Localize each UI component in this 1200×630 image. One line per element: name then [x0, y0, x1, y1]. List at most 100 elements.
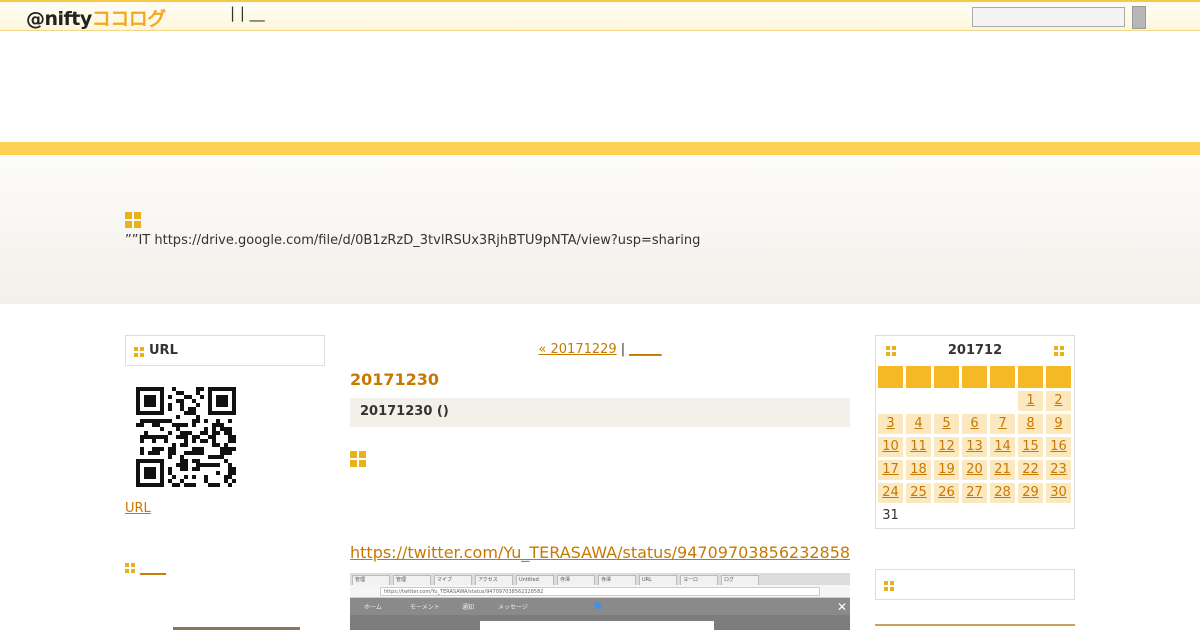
calendar-day[interactable]: 27	[962, 483, 987, 503]
calendar-day-link[interactable]: 30	[1050, 485, 1067, 500]
screenshot-tab: マイブ	[434, 575, 472, 585]
calendar-day-link[interactable]: 11	[910, 439, 927, 454]
calendar-day-link[interactable]: 26	[938, 485, 955, 500]
calendar-day[interactable]: 6	[962, 414, 987, 434]
calendar-day[interactable]: 5	[934, 414, 959, 434]
calendar-day[interactable]: 16	[1046, 437, 1071, 457]
screenshot-tab: 管理	[352, 575, 390, 585]
squares-icon	[1054, 346, 1064, 356]
search-input[interactable]	[972, 7, 1125, 27]
calendar-day-link[interactable]: 25	[910, 485, 927, 500]
calendar-day[interactable]: 24	[878, 483, 903, 503]
nifty-cocolog-logo[interactable]: @niftyココログ	[26, 4, 166, 31]
calendar-day[interactable]: 4	[906, 414, 931, 434]
calendar-day[interactable]: 1	[1018, 391, 1043, 411]
blog-description: ””IT https://drive.google.com/file/d/0B1…	[125, 233, 701, 248]
calendar-day-link[interactable]: 27	[966, 485, 983, 500]
calendar-widget: 201712 1 2 3 4 5 6 7 8 9 10 11 12 13 14 15 16 17 18 19 20 21…	[875, 335, 1075, 529]
sidebar-section-link[interactable]: ____	[140, 561, 166, 576]
search-button[interactable]	[1132, 6, 1146, 29]
calendar-day[interactable]: 12	[934, 437, 959, 457]
calendar-day-link[interactable]: 3	[886, 416, 894, 431]
calendar-day-link[interactable]: 10	[882, 439, 899, 454]
calendar-day-link[interactable]: 20	[966, 462, 983, 477]
calendar-day[interactable]: 7	[990, 414, 1015, 434]
calendar-day-link[interactable]: 15	[1022, 439, 1039, 454]
blog-header: ””IT https://drive.google.com/file/d/0B1…	[0, 155, 1200, 304]
weekday-cell	[878, 366, 903, 388]
calendar-day-link[interactable]: 28	[994, 485, 1011, 500]
calendar-day-link[interactable]: 17	[882, 462, 899, 477]
calendar-day-link[interactable]: 4	[914, 416, 922, 431]
screenshot-tab: 管理	[393, 575, 431, 585]
calendar-day[interactable]: 9	[1046, 414, 1071, 434]
calendar-day[interactable]: 18	[906, 460, 931, 480]
calendar-day-link[interactable]: 2	[1054, 393, 1062, 408]
top-nav[interactable]: | | __	[230, 4, 265, 22]
calendar-day[interactable]: 11	[906, 437, 931, 457]
calendar-day-link[interactable]: 7	[998, 416, 1006, 431]
calendar-day-link[interactable]: 29	[1022, 485, 1039, 500]
brand-prefix: @nifty	[26, 8, 92, 30]
sidebar-divider	[875, 624, 1075, 626]
squares-icon	[884, 581, 894, 591]
weekday-cell	[990, 366, 1015, 388]
calendar-day-link[interactable]: 21	[994, 462, 1011, 477]
calendar-day[interactable]: 28	[990, 483, 1015, 503]
calendar-day-link[interactable]: 5	[942, 416, 950, 431]
nifty-toolbar: @niftyココログ | | __	[0, 0, 1200, 31]
calendar-day[interactable]: 26	[934, 483, 959, 503]
screenshot-tab: ログ	[721, 575, 759, 585]
prev-link[interactable]: « 20171229	[538, 342, 616, 357]
calendar-day[interactable]: 3	[878, 414, 903, 434]
screenshot-addressbar: https://twitter.com/Yu_TERASAWA/status/9…	[350, 585, 850, 598]
sidebar-widget-title	[875, 569, 1075, 600]
calendar-day-link[interactable]: 13	[966, 439, 983, 454]
calendar-day-link[interactable]: 24	[882, 485, 899, 500]
calendar-day-link[interactable]: 23	[1050, 462, 1067, 477]
calendar-day-link[interactable]: 18	[910, 462, 927, 477]
calendar-day-link[interactable]: 22	[1022, 462, 1039, 477]
next-link[interactable]: _____	[629, 342, 662, 357]
calendar-day[interactable]: 25	[906, 483, 931, 503]
calendar-day[interactable]: 19	[934, 460, 959, 480]
weekday-cell	[906, 366, 931, 388]
calendar-day[interactable]: 10	[878, 437, 903, 457]
calendar-day[interactable]: 15	[1018, 437, 1043, 457]
screenshot-tab: 寺澤	[557, 575, 595, 585]
calendar-day-link[interactable]: 16	[1050, 439, 1067, 454]
calendar-day[interactable]: 20	[962, 460, 987, 480]
calendar-day-link[interactable]: 9	[1054, 416, 1062, 431]
calendar-day-link[interactable]: 1	[1026, 393, 1034, 408]
calendar-day[interactable]: 14	[990, 437, 1015, 457]
screenshot-nav-notifications: 通知	[462, 604, 475, 611]
calendar-day[interactable]: 8	[1018, 414, 1043, 434]
screenshot-tab: URL	[639, 575, 677, 585]
screenshot-nav-moments: モーメント	[410, 604, 440, 611]
date-heading: 20171230	[350, 370, 440, 389]
url-widget-title: URL	[125, 335, 325, 366]
post-link[interactable]: https://twitter.com/Yu_TERASAWA/status/9…	[350, 543, 850, 562]
calendar-day[interactable]: 22	[1018, 460, 1043, 480]
url-link[interactable]: URL	[125, 501, 151, 516]
squares-icon	[350, 451, 366, 467]
embedded-screenshot[interactable]: 管理 管理 マイブ アクセス Untitled 寺澤 寺澤 URL ヨーロ ログ https://…	[350, 573, 850, 630]
close-icon: ✕	[836, 600, 847, 614]
calendar-day-link[interactable]: 12	[938, 439, 955, 454]
calendar-day[interactable]: 30	[1046, 483, 1071, 503]
calendar-day-link[interactable]: 14	[994, 439, 1011, 454]
calendar-day-link[interactable]: 6	[970, 416, 978, 431]
calendar-day[interactable]: 23	[1046, 460, 1071, 480]
header-stripe	[0, 142, 1200, 155]
calendar-day-link[interactable]: 19	[938, 462, 955, 477]
calendar-day[interactable]: 2	[1046, 391, 1071, 411]
pager-separator: |	[620, 342, 626, 357]
calendar-day[interactable]: 29	[1018, 483, 1043, 503]
twitter-bird-icon	[594, 602, 602, 609]
calendar-day[interactable]: 21	[990, 460, 1015, 480]
calendar-day[interactable]: 13	[962, 437, 987, 457]
calendar-day[interactable]: 17	[878, 460, 903, 480]
calendar-day-link[interactable]: 8	[1026, 416, 1034, 431]
screenshot-nav-home: ホーム	[364, 604, 382, 611]
post-title[interactable]: 20171230 ()	[350, 398, 850, 427]
